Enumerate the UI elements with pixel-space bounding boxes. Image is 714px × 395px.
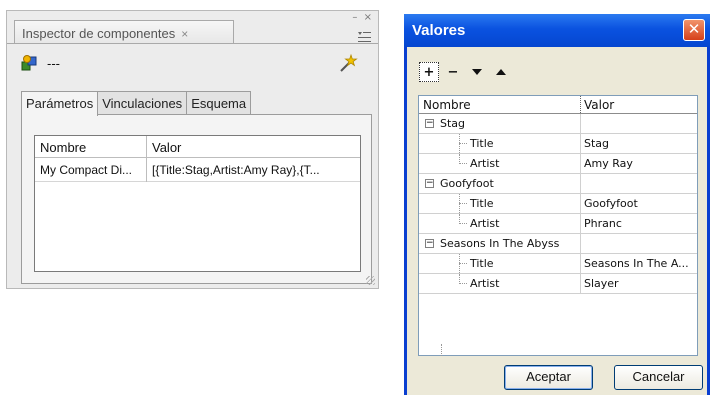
list-item[interactable]: Artist Amy Ray <box>419 154 697 174</box>
list-item[interactable]: Title Goofyfoot <box>419 194 697 214</box>
tab-vinculaciones[interactable]: Vinculaciones <box>97 91 188 115</box>
child-value-cell[interactable]: Goofyfoot <box>580 194 697 213</box>
tree-connector <box>459 143 467 144</box>
group-value-cell <box>580 234 697 253</box>
child-key-cell: Title <box>419 194 580 213</box>
child-key-cell: Artist <box>419 154 580 173</box>
param-value-cell[interactable]: [{Title:Stag,Artist:Amy Ray},{T... <box>147 158 360 182</box>
remove-item-button[interactable]: − <box>443 62 463 82</box>
list-item[interactable]: Title Stag <box>419 134 697 154</box>
panel-menu-icon[interactable] <box>357 31 371 43</box>
wand-icon[interactable] <box>338 53 358 73</box>
child-key-label: Artist <box>470 157 500 170</box>
child-value-cell[interactable]: Seasons In The A... <box>580 254 697 273</box>
collapse-icon[interactable]: − <box>425 119 434 128</box>
tab-parametros[interactable]: Parámetros <box>21 91 99 116</box>
dialog-title: Valores <box>412 22 466 39</box>
close-button[interactable]: ✕ <box>683 19 705 41</box>
tree-connector <box>459 283 467 284</box>
panel-window-controls: – × <box>349 12 372 23</box>
grid-header: Nombre Valor <box>419 96 697 114</box>
panel-menu-glyph <box>358 32 371 42</box>
child-key-label: Artist <box>470 217 500 230</box>
column-header-valor[interactable]: Valor <box>580 96 697 113</box>
list-item[interactable]: Artist Phranc <box>419 214 697 234</box>
grid-header: Nombre Valor <box>35 136 360 158</box>
tree-connector <box>459 263 467 264</box>
valores-dialog: Valores ✕ + − Nombre Valor − Stag Title … <box>404 14 710 395</box>
panel-tab-close-button[interactable]: × <box>181 27 188 41</box>
group-key-cell: − Goofyfoot <box>419 174 580 193</box>
component-icon <box>21 55 39 71</box>
group-row-seasons[interactable]: − Seasons In The Abyss <box>419 234 697 254</box>
child-key-cell: Title <box>419 254 580 273</box>
move-down-button[interactable] <box>467 62 487 82</box>
group-value-cell <box>580 114 697 133</box>
group-label: Seasons In The Abyss <box>440 237 560 250</box>
tabstrip-divider <box>7 43 378 44</box>
tab-esquema[interactable]: Esquema <box>186 91 252 115</box>
group-label: Goofyfoot <box>440 177 494 190</box>
group-label: Stag <box>440 117 466 130</box>
group-row-stag[interactable]: − Stag <box>419 114 697 134</box>
arrow-down-icon <box>472 69 482 75</box>
inspector-tabs: Parámetros Vinculaciones Esquema <box>21 91 252 116</box>
panel-tab-label: Inspector de componentes <box>22 26 176 41</box>
column-header-valor[interactable]: Valor <box>147 136 360 158</box>
child-key-cell: Title <box>419 134 580 153</box>
collapse-icon[interactable]: − <box>425 239 434 248</box>
component-name: --- <box>47 56 60 71</box>
dialog-titlebar[interactable]: Valores <box>404 14 710 47</box>
arrow-up-icon <box>496 69 506 75</box>
move-up-button[interactable] <box>491 62 511 82</box>
plus-icon: + <box>423 64 435 80</box>
tree-connector <box>441 344 442 356</box>
group-key-cell: − Seasons In The Abyss <box>419 234 580 253</box>
list-item[interactable]: Title Seasons In The A... <box>419 254 697 274</box>
component-inspector-panel: – × Inspector de componentes × --- Paráme… <box>6 10 379 289</box>
child-key-label: Title <box>470 137 494 150</box>
child-value-cell[interactable]: Amy Ray <box>580 154 697 173</box>
panel-tab-inspector[interactable]: Inspector de componentes × <box>14 20 234 44</box>
parameters-grid: Nombre Valor My Compact Di... [{Title:St… <box>34 135 361 272</box>
add-item-button[interactable]: + <box>419 62 439 82</box>
group-row-goofyfoot[interactable]: − Goofyfoot <box>419 174 697 194</box>
tree-connector <box>459 223 467 224</box>
child-key-label: Artist <box>470 277 500 290</box>
collapse-icon[interactable]: − <box>425 179 434 188</box>
panel-close-button[interactable]: × <box>364 12 372 23</box>
cancel-button[interactable]: Cancelar <box>614 365 703 390</box>
child-key-cell: Artist <box>419 214 580 233</box>
child-key-label: Title <box>470 257 494 270</box>
column-header-nombre[interactable]: Nombre <box>419 96 580 113</box>
table-row[interactable]: My Compact Di... [{Title:Stag,Artist:Amy… <box>35 158 360 182</box>
minus-icon: − <box>447 64 459 80</box>
ok-button[interactable]: Aceptar <box>504 365 593 390</box>
resize-grip[interactable] <box>366 276 375 285</box>
group-key-cell: − Stag <box>419 114 580 133</box>
tree-connector <box>459 163 467 164</box>
child-key-label: Title <box>470 197 494 210</box>
tab-content-parametros: Nombre Valor My Compact Di... [{Title:St… <box>21 114 372 284</box>
column-header-nombre[interactable]: Nombre <box>35 136 147 158</box>
dialog-body: + − Nombre Valor − Stag Title Stag Artis… <box>407 47 707 395</box>
values-toolbar: + − <box>419 62 515 82</box>
child-value-cell[interactable]: Slayer <box>580 274 697 293</box>
param-name-cell[interactable]: My Compact Di... <box>35 158 147 182</box>
list-item[interactable]: Artist Slayer <box>419 274 697 294</box>
minimize-button[interactable]: – <box>352 12 357 23</box>
values-grid: Nombre Valor − Stag Title Stag Artist Am… <box>418 95 698 356</box>
child-value-cell[interactable]: Phranc <box>580 214 697 233</box>
child-value-cell[interactable]: Stag <box>580 134 697 153</box>
group-value-cell <box>580 174 697 193</box>
child-key-cell: Artist <box>419 274 580 293</box>
tree-connector <box>459 203 467 204</box>
